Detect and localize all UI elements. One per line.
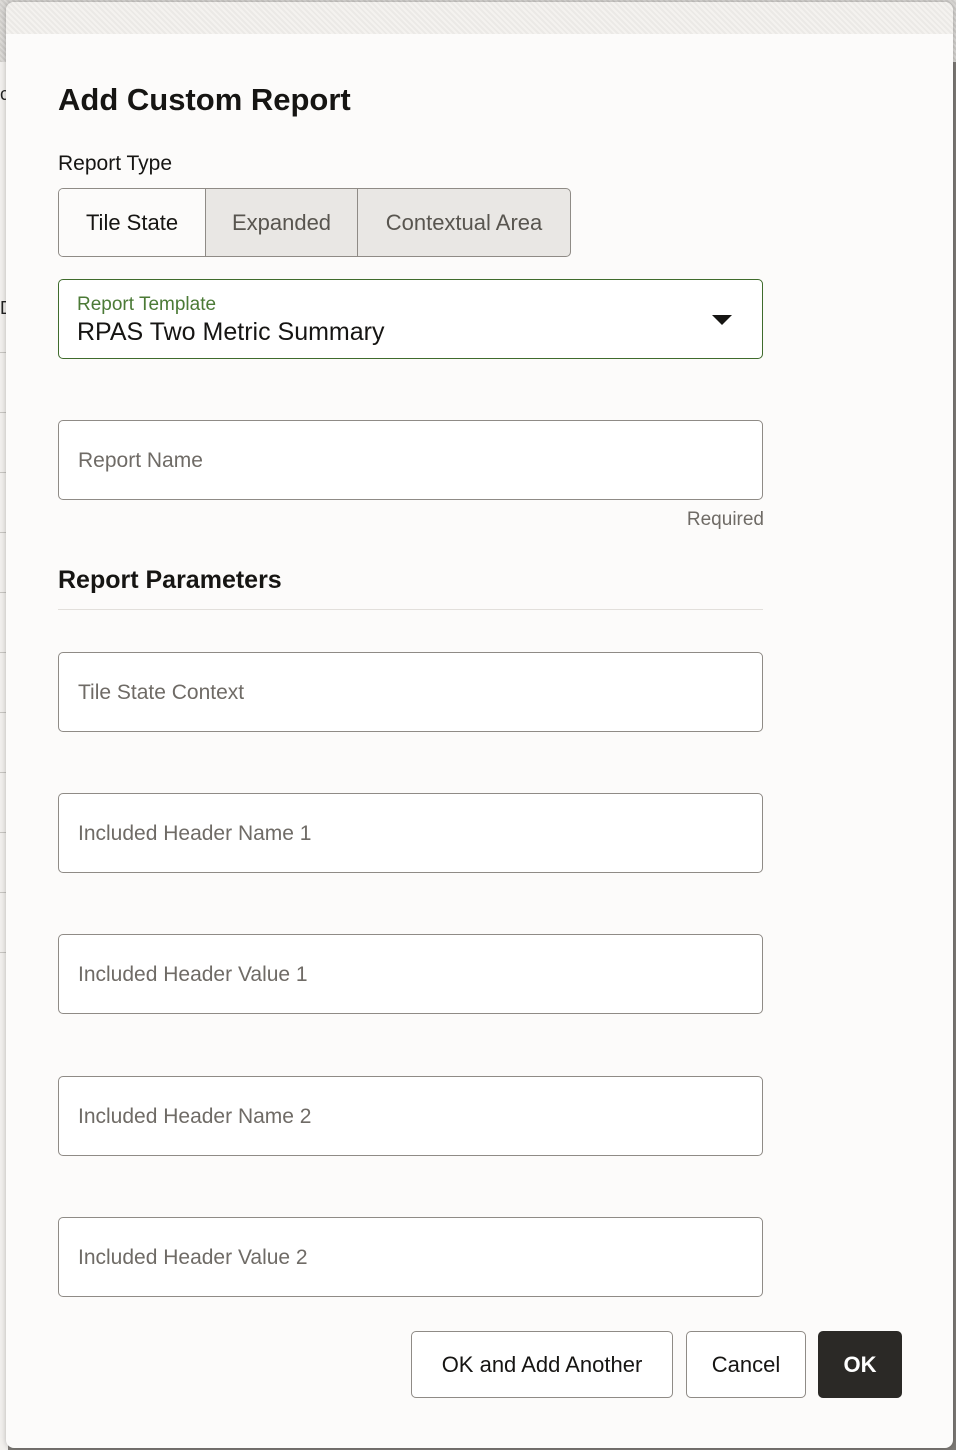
report-type-expanded-button[interactable]: Expanded (205, 189, 357, 256)
included-header-value-1-placeholder: Included Header Value 1 (78, 963, 308, 986)
report-parameters-heading: Report Parameters (58, 566, 282, 594)
included-header-value-1-input[interactable]: Included Header Value 1 (58, 934, 763, 1014)
chevron-down-icon[interactable] (712, 315, 732, 325)
tile-state-context-input[interactable]: Tile State Context (58, 652, 763, 732)
included-header-name-1-placeholder: Included Header Name 1 (78, 822, 312, 845)
report-template-label: Report Template (77, 294, 217, 315)
included-header-name-1-input[interactable]: Included Header Name 1 (58, 793, 763, 873)
report-type-tile-state-button[interactable]: Tile State (59, 189, 205, 256)
included-header-name-2-placeholder: Included Header Name 2 (78, 1105, 312, 1128)
report-type-label: Report Type (58, 152, 173, 175)
included-header-value-2-input[interactable]: Included Header Value 2 (58, 1217, 763, 1297)
cancel-button[interactable]: Cancel (686, 1331, 806, 1398)
report-template-select[interactable]: Report Template RPAS Two Metric Summary (58, 279, 763, 359)
report-name-input[interactable]: Report Name (58, 420, 763, 500)
report-type-segmented-control: Tile State Expanded Contextual Area (58, 188, 571, 257)
report-template-value: RPAS Two Metric Summary (77, 318, 385, 346)
dialog-title: Add Custom Report (58, 82, 351, 117)
included-header-value-2-placeholder: Included Header Value 2 (78, 1246, 308, 1269)
ok-button[interactable]: OK (818, 1331, 902, 1398)
tile-state-context-placeholder: Tile State Context (78, 681, 245, 704)
add-custom-report-dialog: Add Custom Report Report Type Tile State… (6, 2, 953, 1448)
report-type-contextual-area-button[interactable]: Contextual Area (357, 189, 570, 256)
section-divider (58, 609, 763, 610)
dialog-drag-handle[interactable] (6, 2, 953, 34)
report-name-required-hint: Required (686, 509, 764, 530)
ok-and-add-another-button[interactable]: OK and Add Another (411, 1331, 673, 1398)
included-header-name-2-input[interactable]: Included Header Name 2 (58, 1076, 763, 1156)
report-name-placeholder: Report Name (78, 449, 203, 472)
